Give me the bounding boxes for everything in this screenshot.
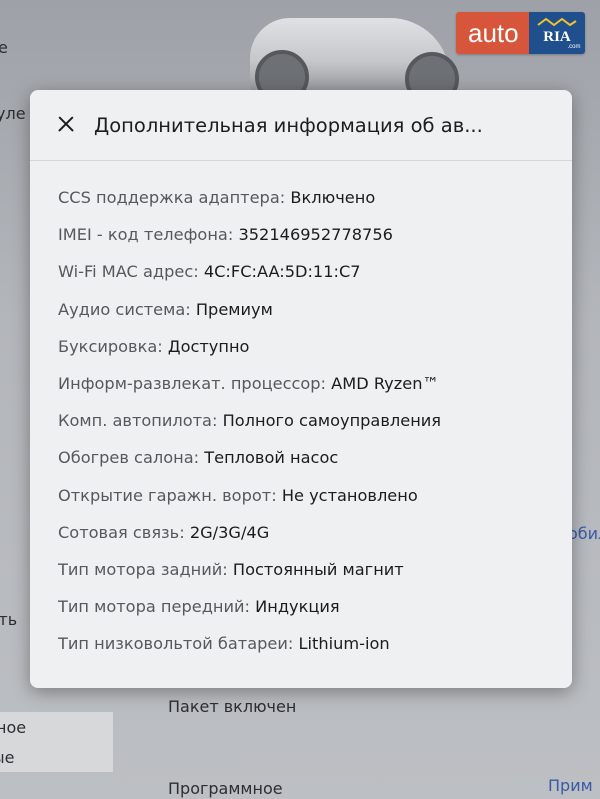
info-value: AMD Ryzen™ [331,373,439,393]
info-row-rear-motor: Тип мотора задний: Постоянный магнит [58,551,572,588]
info-label: Тип низковольтой батареи: [58,634,294,654]
info-row-front-motor: Тип мотора передний: Индукция [58,588,572,625]
info-row-wifi-mac: Wi-Fi MAC адрес: 4C:FC:AA:5D:11:C7 [58,253,572,290]
close-icon[interactable] [54,113,78,137]
info-list: CCS поддержка адаптера: Включено IMEI - … [30,161,572,662]
info-label: Аудио система: [58,299,191,319]
bg-software-text: Программное [168,779,283,798]
modal-title: Дополнительная информация об ав... [94,113,483,137]
info-value: Постоянный магнит [232,559,404,579]
autoria-logo[interactable]: auto RIA .com [456,12,585,54]
info-row-audio: Аудио система: Премиум [58,291,572,328]
bg-left-fragment: ить [0,610,18,629]
info-row-ccs: CCS поддержка адаптера: Включено [58,179,572,216]
info-row-imei: IMEI - код телефона: 352146952778756 [58,216,572,253]
modal-header: Дополнительная информация об ав... [30,90,572,161]
info-value: 4C:FC:AA:5D:11:C7 [203,262,361,282]
bg-left-fragment: ые [0,748,15,767]
bg-package-text: Пакет включен [168,697,297,716]
info-label: Открытие гаражн. ворот: [58,485,277,505]
info-label: Wi-Fi MAC адрес: [58,262,199,282]
ria-domain: .com [567,44,580,50]
bg-right-fragment[interactable]: Прим [548,776,593,795]
info-value: Lithium-ion [298,634,390,654]
info-value: Включено [290,188,376,207]
ria-emblem-icon: RIA .com [537,17,580,50]
ria-text: RIA [543,29,571,45]
info-label: Буксировка: [58,336,163,356]
info-label: Тип мотора задний: [58,559,228,579]
info-label: Тип мотора передний: [58,597,250,617]
info-row-cellular: Сотовая связь: 2G/3G/4G [58,514,572,551]
info-value: Премиум [195,299,273,319]
info-row-garage-door: Открытие гаражн. ворот: Не установлено [58,477,572,514]
info-row-lv-battery: Тип низковольтой батареи: Lithium-ion [58,625,572,662]
bg-left-fragment: уле [0,104,26,123]
bg-right-fragment[interactable]: обил [568,524,600,543]
info-value: Не установлено [281,485,418,505]
info-row-cabin-heating: Обогрев салона: Тепловой насос [58,439,572,476]
info-value: Полного самоуправления [222,411,442,431]
logo-ria-badge: RIA .com [528,12,585,54]
info-label: Комп. автопилота: [58,411,218,431]
info-row-autopilot: Комп. автопилота: Полного самоуправления [58,402,572,439]
info-value: 352146952778756 [238,225,393,245]
bg-left-fragment: ное [0,718,27,737]
info-label: IMEI - код телефона: [58,225,234,245]
info-label: Сотовая связь: [58,522,185,542]
logo-auto-text: auto [456,12,529,54]
info-label: CCS поддержка адаптера: [58,188,286,207]
bg-left-fragment: е [0,38,8,57]
info-value: Индукция [255,597,340,617]
info-modal: Дополнительная информация об ав... CCS п… [30,90,572,688]
info-row-processor: Информ-развлекат. процессор: AMD Ryzen™ [58,365,572,402]
info-label: Информ-развлекат. процессор: [58,373,327,393]
info-row-towing: Буксировка: Доступно [58,328,572,365]
info-value: Доступно [167,336,250,356]
info-value: Тепловой насос [204,448,339,468]
info-value: 2G/3G/4G [189,522,270,542]
info-label: Обогрев салона: [58,448,200,468]
